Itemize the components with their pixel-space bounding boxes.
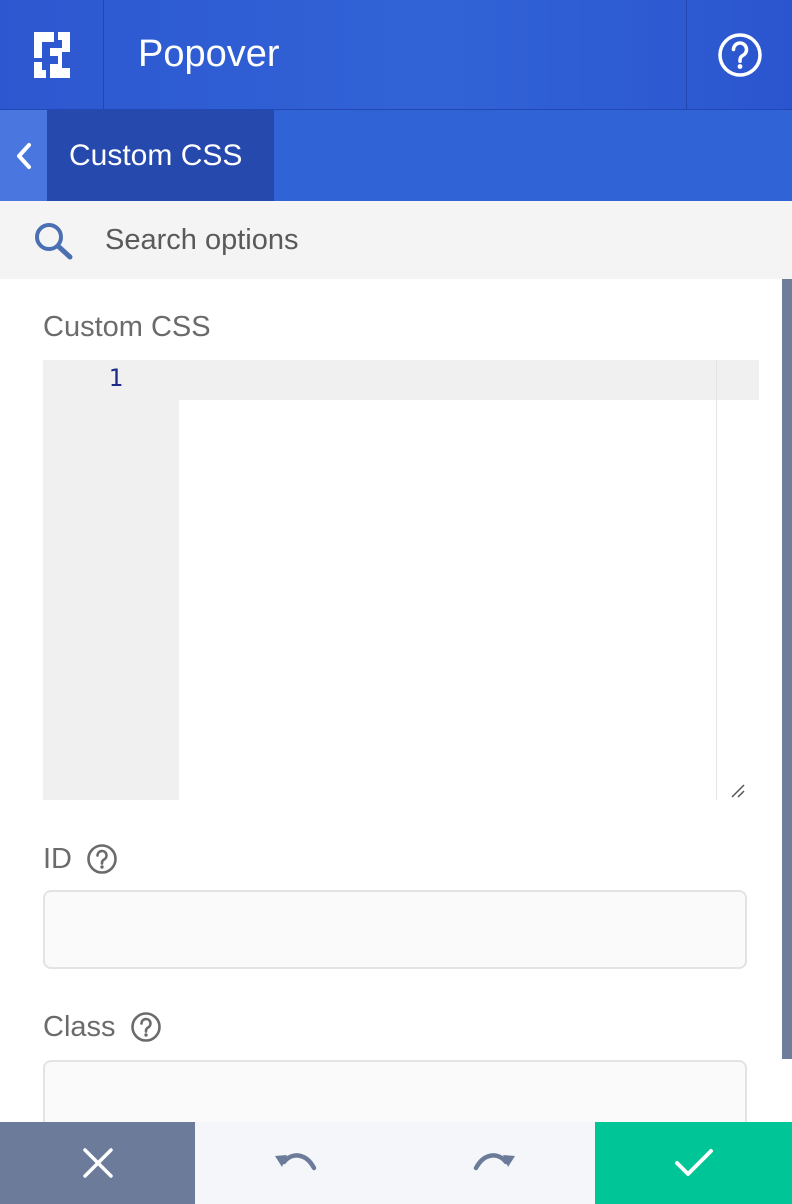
close-icon xyxy=(82,1148,113,1178)
options-content[interactable]: Custom CSS 1 ID Class xyxy=(0,279,792,1122)
help-circle-icon[interactable] xyxy=(86,843,118,875)
action-footer xyxy=(0,1122,792,1204)
css-code-editor[interactable]: 1 xyxy=(43,360,759,800)
cancel-button[interactable] xyxy=(0,1122,195,1204)
undo-button[interactable] xyxy=(195,1122,395,1204)
class-field[interactable] xyxy=(43,1060,747,1122)
line-number: 1 xyxy=(108,364,123,392)
search-input[interactable] xyxy=(105,215,765,265)
search-bar xyxy=(0,201,792,279)
help-button[interactable] xyxy=(686,0,792,110)
checkmark-icon xyxy=(674,1149,713,1176)
breadcrumb-current[interactable]: Custom CSS xyxy=(47,110,274,201)
help-circle-icon[interactable] xyxy=(130,1011,162,1043)
undo-icon xyxy=(275,1153,317,1171)
editor-active-line[interactable] xyxy=(179,360,759,400)
redo-button[interactable] xyxy=(395,1122,595,1204)
logo-cell[interactable] xyxy=(0,0,104,110)
resize-grip-icon[interactable] xyxy=(729,782,745,798)
panel-title: Popover xyxy=(138,32,280,75)
editor-scrollbar[interactable] xyxy=(716,360,748,800)
save-button[interactable] xyxy=(595,1122,792,1204)
back-button[interactable] xyxy=(0,110,47,201)
search-icon xyxy=(35,223,73,260)
id-field-label: ID xyxy=(43,839,118,879)
help-circle-icon xyxy=(717,33,762,77)
id-label-text: ID xyxy=(43,842,72,875)
chevron-left-icon xyxy=(16,142,31,169)
popover-settings-panel: Popover Custom CSS Custom CSS xyxy=(0,0,792,1204)
class-label-text: Class xyxy=(43,1010,116,1043)
brand-logo-icon xyxy=(33,32,70,78)
redo-icon xyxy=(473,1153,515,1171)
class-field-label: Class xyxy=(43,1007,162,1047)
id-field[interactable] xyxy=(43,890,747,969)
editor-gutter: 1 xyxy=(43,360,179,800)
breadcrumb: Custom CSS xyxy=(0,110,792,201)
panel-header: Popover xyxy=(0,0,792,110)
custom-css-label: Custom CSS xyxy=(43,310,211,343)
content-scrollbar-thumb[interactable] xyxy=(782,279,792,1059)
